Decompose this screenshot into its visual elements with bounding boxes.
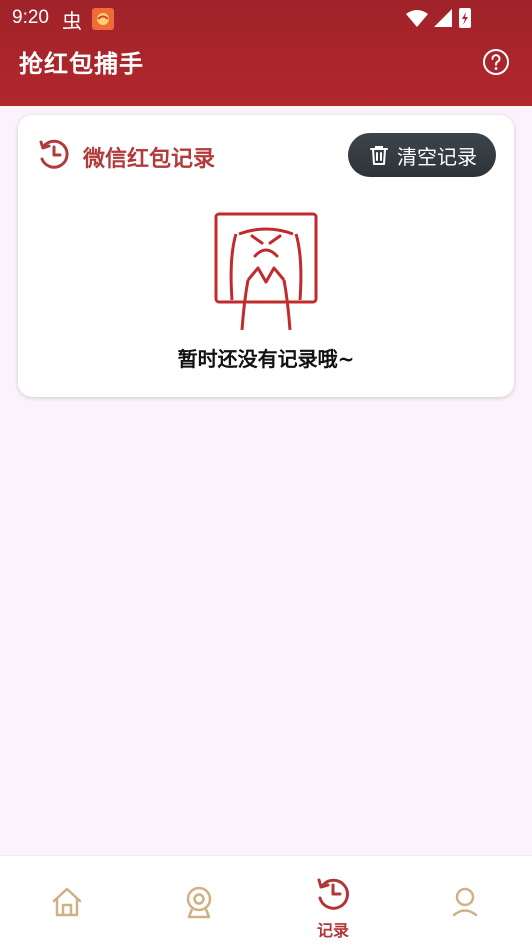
app-header: 9:20 虫 抢红包捕手: [0, 0, 532, 106]
nav-profile[interactable]: [425, 856, 505, 946]
empty-state-text: 暂时还没有记录哦~: [177, 347, 355, 371]
trash-icon: [370, 146, 388, 165]
history-icon: [317, 878, 349, 910]
home-icon: [52, 887, 82, 917]
wifi-icon: [406, 10, 428, 27]
clear-records-label: 清空记录: [397, 144, 477, 169]
debug-icon: 虫: [62, 9, 82, 33]
bottom-navigation: 记录: [0, 856, 532, 946]
status-time: 9:20: [12, 7, 49, 28]
signal-icon: [434, 9, 452, 27]
status-bar: 9:20 虫: [0, 0, 532, 36]
empty-state-illustration: [214, 212, 318, 331]
webcam-icon: [186, 886, 212, 919]
help-circle-icon[interactable]: [482, 48, 510, 76]
nav-home[interactable]: [27, 856, 107, 946]
clear-records-button[interactable]: 清空记录: [348, 133, 496, 177]
nav-records[interactable]: 记录: [293, 856, 373, 946]
records-title: 微信红包记录: [83, 147, 216, 172]
nav-monitor[interactable]: [159, 856, 239, 946]
nav-records-label: 记录: [316, 921, 349, 940]
records-card: 微信红包记录 清空记录 暂时还没有记录哦~: [18, 115, 514, 397]
app-notification-icon: [92, 8, 114, 30]
profile-icon: [452, 887, 478, 917]
page-title: 抢红包捕手: [19, 50, 144, 78]
history-icon: [39, 139, 69, 169]
system-status-icons: [406, 8, 471, 28]
